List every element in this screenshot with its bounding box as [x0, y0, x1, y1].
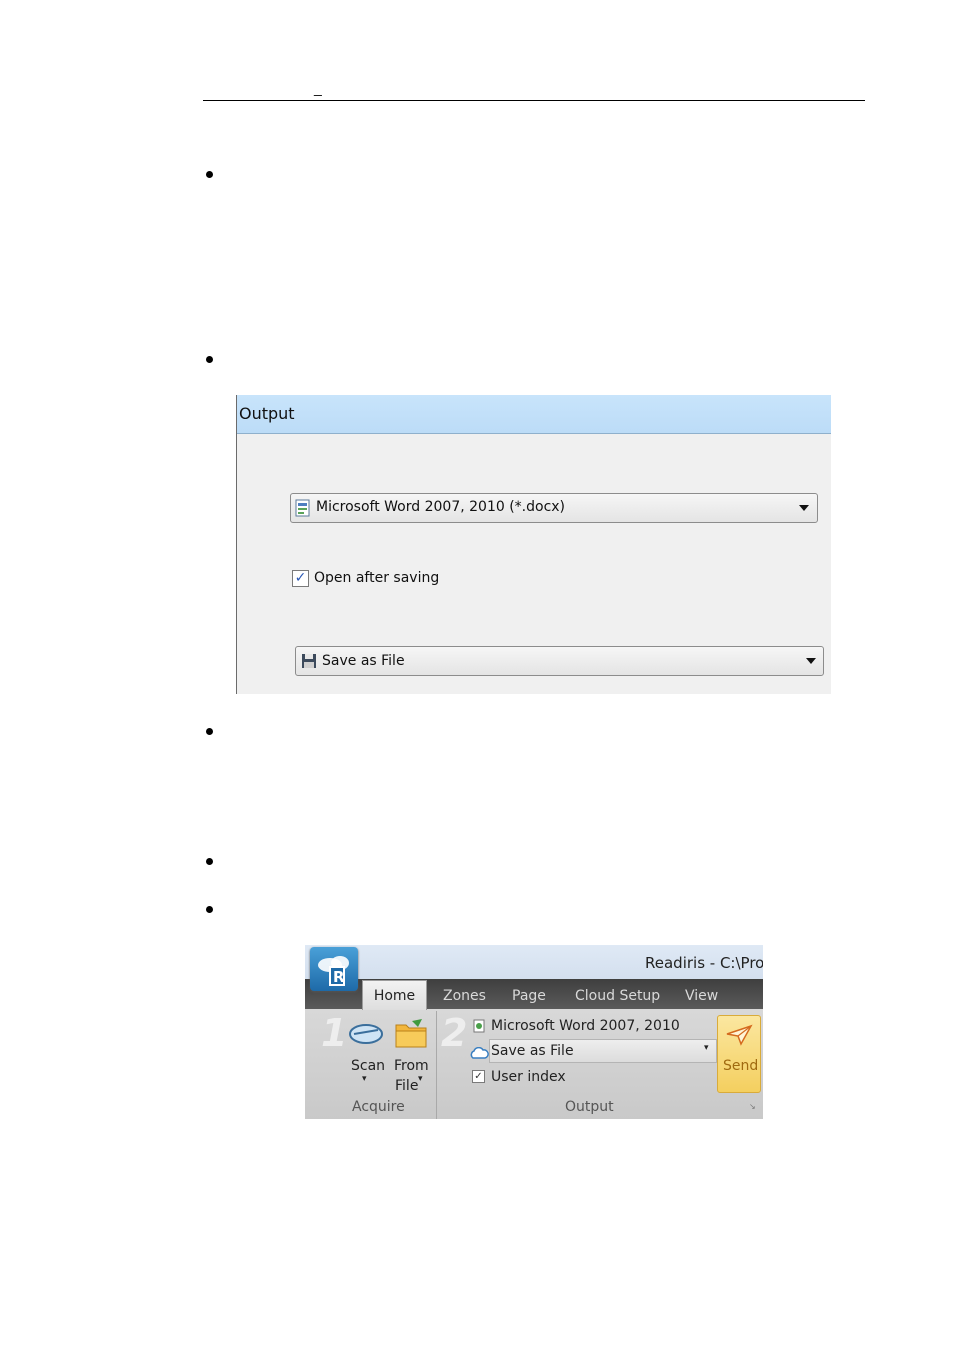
folder-icon[interactable] [394, 1017, 428, 1049]
word-doc-icon [295, 499, 311, 517]
paper-plane-icon [725, 1024, 753, 1046]
scan-dropdown-arrow-icon[interactable]: ▾ [362, 1074, 367, 1084]
user-index-label[interactable]: User index [491, 1069, 566, 1085]
tab-home[interactable]: Home [362, 980, 427, 1010]
destination-select[interactable]: Save as File [295, 646, 824, 676]
bullet [206, 356, 213, 363]
readiris-logo-icon[interactable]: R [310, 947, 358, 991]
chevron-down-icon[interactable]: ▾ [704, 1043, 709, 1053]
scan-button-label[interactable]: Scan [351, 1058, 385, 1074]
open-after-saving-label[interactable]: Open after saving [314, 570, 439, 586]
output-group-label: Output [565, 1099, 614, 1115]
readiris-ribbon: Readiris - C:\Prog R Home Zones Page Clo… [305, 945, 763, 1119]
header-rule [203, 100, 865, 101]
bullet [206, 728, 213, 735]
output-destination-select[interactable]: Save as File ▾ [489, 1039, 717, 1063]
tab-view[interactable]: View [685, 988, 718, 1004]
svg-text:R: R [333, 968, 345, 986]
bullet [206, 906, 213, 913]
user-index-checkbox[interactable]: ✓ [472, 1070, 485, 1083]
cloud-icon [469, 1044, 489, 1059]
chevron-down-icon[interactable] [806, 658, 816, 664]
ribbon-titlebar: Readiris - C:\Prog [305, 945, 763, 981]
open-after-saving-checkbox[interactable]: ✓ [292, 570, 309, 587]
word-doc-icon [473, 1018, 485, 1033]
tab-zones[interactable]: Zones [443, 988, 486, 1004]
acquire-group-label: Acquire [352, 1099, 405, 1115]
from-file-button-label-2[interactable]: File [395, 1078, 418, 1094]
output-format-value[interactable]: Microsoft Word 2007, 2010 [491, 1018, 680, 1034]
output-title: Output [239, 404, 295, 423]
from-file-dropdown-arrow-icon[interactable]: ▾ [418, 1074, 423, 1084]
bullet [206, 171, 213, 178]
output-titlebar: Output [237, 395, 831, 434]
output-destination-value: Save as File [491, 1043, 574, 1059]
dialog-launcher-icon[interactable]: ↘ [749, 1102, 756, 1111]
format-select-value: Microsoft Word 2007, 2010 (*.docx) [316, 499, 566, 515]
bullet [206, 858, 213, 865]
step-number-1: 1 [321, 1011, 348, 1055]
window-title: Readiris - C:\Prog [645, 954, 763, 972]
floppy-disk-icon [301, 653, 317, 669]
checkmark-icon: ✓ [294, 570, 307, 586]
destination-select-value: Save as File [322, 653, 405, 669]
group-separator [436, 1011, 437, 1119]
scanner-icon[interactable] [348, 1021, 384, 1045]
chevron-down-icon[interactable] [799, 505, 809, 511]
step-number-2: 2 [441, 1011, 468, 1055]
from-file-button-label[interactable]: From [394, 1058, 429, 1074]
tab-page[interactable]: Page [512, 988, 546, 1004]
checkmark-icon: ✓ [474, 1071, 483, 1082]
tab-cloud-setup[interactable]: Cloud Setup [575, 988, 660, 1004]
output-panel: Output Microsoft Word 2007, 2010 (*.docx… [236, 395, 831, 694]
header-dash: _ [314, 80, 322, 96]
format-select[interactable]: Microsoft Word 2007, 2010 (*.docx) [290, 493, 818, 523]
send-label: Send [723, 1058, 759, 1074]
send-button[interactable]: Send [717, 1015, 761, 1093]
